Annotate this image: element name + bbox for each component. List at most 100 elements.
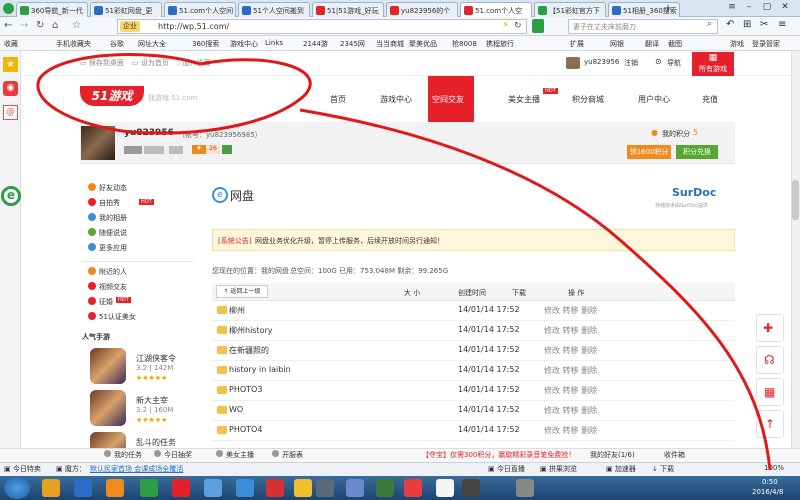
logout-link[interactable]: 注销: [624, 58, 638, 68]
url-text[interactable]: http://wp.51.com/: [158, 22, 229, 31]
bookmark-item[interactable]: 抢8008: [452, 39, 477, 49]
bottom-bar-item[interactable]: 美女主播: [216, 450, 254, 460]
save-desktop-link[interactable]: ▭ 保存到桌面: [80, 58, 124, 68]
taskbar-app-icon[interactable]: [106, 479, 124, 497]
file-name[interactable]: PHOTO4: [229, 425, 262, 434]
bookmark-item[interactable]: 网址大全: [138, 39, 166, 49]
col-size[interactable]: 大 小: [404, 288, 420, 298]
username-link[interactable]: yu823956: [584, 58, 619, 66]
browser-tab[interactable]: 51.com个人空: [460, 2, 532, 17]
browser-tab[interactable]: 【51彩虹官方下: [534, 2, 606, 17]
game-icon[interactable]: [90, 348, 126, 384]
toolbar-tool[interactable]: 翻译: [645, 39, 659, 49]
toolbar-tool[interactable]: 登录管家: [752, 39, 780, 49]
table-row[interactable]: WO 14/01/14 17:52 修改 转移 删除: [212, 402, 735, 421]
taskbar-app-icon[interactable]: [294, 479, 312, 497]
search-icon[interactable]: ⌕: [707, 19, 712, 29]
search-engine-icon[interactable]: [532, 19, 544, 33]
nav-item[interactable]: 美女主播: [508, 94, 540, 105]
file-name[interactable]: 柳州history: [229, 325, 273, 336]
bottom-promo[interactable]: 【夺宝】仅需300积分，赢取精彩录音笔免费抢！: [422, 450, 575, 460]
back-up-button[interactable]: ↑ 返回上一级: [216, 285, 268, 298]
browser-logo-icon[interactable]: [3, 3, 14, 14]
table-row[interactable]: 柳州history 14/01/14 17:52 修改 转移 删除: [212, 322, 735, 341]
get-points-button[interactable]: 领1600积分: [627, 145, 671, 159]
toolbar-tool[interactable]: 网银: [610, 39, 624, 49]
bottom-bar-item[interactable]: 我的任务: [104, 450, 142, 460]
side-menu-item[interactable]: 我的相册: [88, 213, 127, 223]
game-name[interactable]: 新大主宰: [136, 395, 168, 406]
side-menu-item[interactable]: 更多应用: [88, 243, 127, 253]
scrollbar-thumb[interactable]: [792, 180, 799, 220]
status-promo[interactable]: 默认民家首场 会课成场全覆活: [90, 464, 183, 474]
taskbar-app-icon[interactable]: [376, 479, 394, 497]
url-field[interactable]: 企业 http://wp.51.com/ ⚡ ↻: [117, 19, 527, 34]
taskbar-app-icon[interactable]: [316, 479, 334, 497]
file-actions[interactable]: 修改 转移 删除: [544, 345, 597, 356]
clock-time[interactable]: 0:50: [762, 478, 778, 486]
taskbar-app-icon[interactable]: [74, 479, 92, 497]
all-games-button[interactable]: ▦ 所有游戏: [692, 52, 734, 76]
bookmark-item[interactable]: 2144游: [303, 39, 328, 49]
status-accelerator[interactable]: ▣ 加速器: [606, 464, 636, 474]
bookmark-item[interactable]: 手机收藏夹: [56, 39, 91, 49]
browser-tab[interactable]: 51|51游戏_好玩: [312, 2, 384, 17]
back-icon[interactable]: ←: [4, 20, 12, 31]
browser-mode-badge[interactable]: 企业: [120, 21, 140, 32]
minimize-icon[interactable]: –: [742, 1, 756, 13]
nav-item[interactable]: 用户中心: [638, 94, 670, 105]
qr-float-button[interactable]: ▦: [756, 378, 784, 406]
side-menu-item[interactable]: 附近的人: [88, 267, 127, 277]
bookmark-item[interactable]: 收藏: [4, 39, 18, 49]
taskbar-app-icon[interactable]: [436, 479, 454, 497]
home-icon[interactable]: ⌂: [52, 20, 58, 31]
nav-item[interactable]: 充值: [702, 94, 718, 105]
browser-tab[interactable]: 51个人空间搬到: [238, 2, 310, 17]
bookmark-item[interactable]: Links: [265, 39, 283, 47]
zoom-level[interactable]: 100%: [764, 464, 784, 472]
taskbar-app-icon[interactable]: [172, 479, 190, 497]
add-favorite-link[interactable]: ☆加入收藏: [176, 58, 210, 68]
nav-item[interactable]: 首页: [330, 94, 346, 105]
profile-avatar[interactable]: [81, 126, 115, 160]
weibo-icon[interactable]: ◉: [3, 81, 18, 96]
menu-icon[interactable]: ≡: [725, 1, 739, 13]
taskbar-app-icon[interactable]: [516, 479, 534, 497]
browser-tab[interactable]: 360导航_新一代: [16, 2, 88, 17]
file-actions[interactable]: 修改 转移 删除: [544, 305, 597, 316]
bookmark-item[interactable]: 携程旅行: [486, 39, 514, 49]
inbox-link[interactable]: 收件箱: [664, 450, 685, 460]
file-name[interactable]: WO: [229, 405, 243, 414]
side-menu-item[interactable]: 征婚: [88, 297, 113, 307]
favorites-star-icon[interactable]: ★: [3, 57, 18, 72]
browser-tab[interactable]: yu823956的个: [386, 2, 458, 17]
taskbar-app-icon[interactable]: [42, 479, 60, 497]
side-menu-item[interactable]: 好友动态: [88, 183, 127, 193]
nav-item[interactable]: 游戏中心: [380, 94, 412, 105]
side-menu-item[interactable]: 随便说说: [88, 228, 127, 238]
toolbar-tool[interactable]: 截图: [668, 39, 682, 49]
mail-icon[interactable]: @: [3, 105, 18, 120]
bookmark-item[interactable]: 游戏中心: [230, 39, 258, 49]
service-float-button[interactable]: ☊: [756, 346, 784, 374]
nav-item[interactable]: 空间交友: [432, 94, 464, 105]
bookmark-item[interactable]: 2345网: [340, 39, 365, 49]
col-download[interactable]: 下载: [512, 288, 526, 298]
more-icon[interactable]: ≡: [778, 19, 786, 30]
toolbar-tool[interactable]: 扩展: [570, 39, 584, 49]
side-menu-item[interactable]: 51认证美女: [88, 312, 136, 322]
scrollbar[interactable]: [791, 51, 800, 448]
status-browse[interactable]: ▣ 拼果浏览: [540, 464, 577, 474]
scissors-icon[interactable]: ✂: [760, 19, 768, 30]
file-actions[interactable]: 修改 转移 删除: [544, 325, 597, 336]
col-created[interactable]: 创建时间: [458, 288, 486, 298]
file-name[interactable]: PHOTO3: [229, 385, 262, 394]
gamepad-float-button[interactable]: ✚: [756, 314, 784, 342]
search-input[interactable]: 妻子在丈夫床前磨刀: [568, 19, 718, 34]
maximize-icon[interactable]: ▢: [760, 1, 774, 13]
file-name[interactable]: 在新疆照的: [229, 345, 269, 356]
taskbar-app-icon[interactable]: [404, 479, 422, 497]
file-actions[interactable]: 修改 转移 删除: [544, 425, 597, 436]
toolbar-tool[interactable]: 游戏: [730, 39, 744, 49]
taskbar-app-icon[interactable]: [346, 479, 364, 497]
